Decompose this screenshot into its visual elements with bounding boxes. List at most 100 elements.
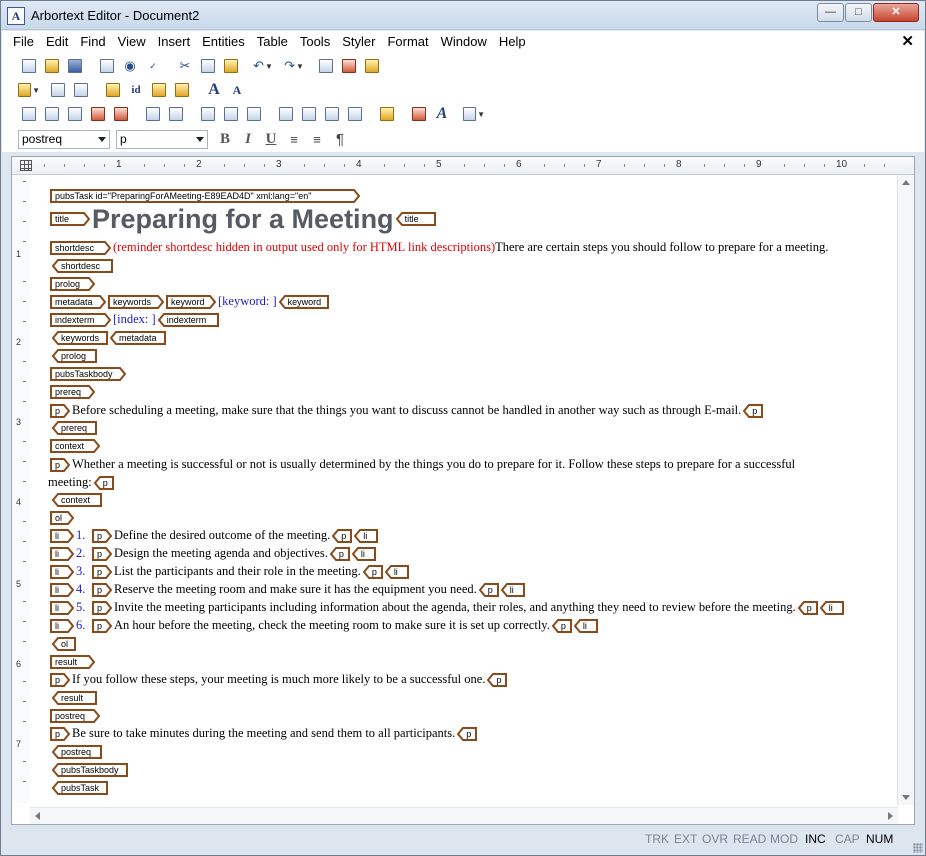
align-right-icon[interactable]	[321, 103, 343, 125]
start-tag[interactable]: p	[50, 404, 70, 419]
document-content[interactable]: pubsTask id="PreparingForAMeeting-E89EAD…	[38, 181, 890, 801]
start-tag[interactable]: p	[92, 565, 112, 580]
start-tag[interactable]: li	[50, 547, 74, 562]
end-tag[interactable]: result	[52, 691, 97, 706]
end-tag[interactable]: context	[52, 493, 102, 508]
end-tag[interactable]: p	[362, 565, 383, 580]
scroll-right-arrow-icon[interactable]	[888, 812, 893, 820]
end-tag[interactable]: prolog	[52, 349, 97, 364]
start-tag[interactable]: ol	[50, 511, 74, 526]
start-tag[interactable]: p	[92, 583, 112, 598]
xref-icon[interactable]	[171, 79, 193, 101]
fill-color-icon[interactable]: ▼	[463, 103, 485, 125]
table-insert-row-below-icon[interactable]	[41, 103, 63, 125]
start-tag[interactable]: li	[50, 601, 74, 616]
end-tag[interactable]: p	[551, 619, 572, 634]
menu-file[interactable]: File	[7, 34, 40, 49]
start-tag[interactable]: p	[92, 601, 112, 616]
end-tag[interactable]: keyword	[278, 295, 329, 310]
style-select[interactable]: p	[116, 129, 208, 149]
start-tag[interactable]: p	[50, 458, 70, 473]
end-tag[interactable]: p	[743, 404, 764, 419]
editor-pane[interactable]: 1 2 3 4 5 6 7 8 9 10 1 2 3 4 5 6 7 pubsTask id="Prepari…	[11, 156, 915, 825]
start-tag[interactable]: p	[50, 673, 70, 688]
copy-icon[interactable]	[197, 55, 219, 77]
tag-icon[interactable]	[70, 79, 92, 101]
end-tag[interactable]: prereq	[52, 421, 97, 436]
start-tag[interactable]: postreq	[50, 709, 100, 724]
underline-button[interactable]: U	[260, 128, 282, 150]
start-tag[interactable]: metadata	[50, 295, 106, 310]
end-tag[interactable]: p	[457, 727, 478, 742]
bulleted-list-icon[interactable]: ≡	[306, 128, 328, 150]
menu-find[interactable]: Find	[74, 34, 111, 49]
scroll-down-arrow-icon[interactable]	[902, 795, 910, 800]
start-tag[interactable]: context	[50, 439, 100, 454]
start-tag[interactable]: prereq	[50, 385, 95, 400]
document-map-icon[interactable]	[361, 55, 383, 77]
find-binoculars-icon[interactable]: ◉	[119, 55, 141, 77]
start-tag[interactable]: pubsTask id="PreparingForAMeeting-E89EAD…	[50, 189, 360, 204]
element-select[interactable]: postreq	[18, 129, 110, 149]
end-tag[interactable]: p	[487, 673, 508, 688]
document-close-icon[interactable]: ✕	[901, 32, 914, 50]
publish-icon[interactable]	[338, 55, 360, 77]
end-tag[interactable]: title	[395, 212, 436, 227]
menu-window[interactable]: Window	[435, 34, 493, 49]
cell-align-top-icon[interactable]	[197, 103, 219, 125]
table-properties-icon[interactable]	[376, 103, 398, 125]
menu-table[interactable]: Table	[251, 34, 294, 49]
start-tag[interactable]: prolog	[50, 277, 95, 292]
scroll-left-arrow-icon[interactable]	[35, 812, 40, 820]
cell-align-bottom-icon[interactable]	[243, 103, 265, 125]
numbered-list-icon[interactable]: ≡	[283, 128, 305, 150]
end-tag[interactable]: pubsTask	[52, 781, 108, 796]
start-tag[interactable]: indexterm	[50, 313, 111, 328]
start-tag[interactable]: li	[50, 565, 74, 580]
end-tag[interactable]: p	[329, 547, 350, 562]
end-tag[interactable]: keywords	[52, 331, 108, 346]
title-bar[interactable]: A Arbortext Editor - Document2 — □ ✕	[1, 1, 925, 30]
increase-font-icon[interactable]: A	[203, 79, 225, 101]
menu-entities[interactable]: Entities	[196, 34, 251, 49]
redo-icon[interactable]: ↷ ▼	[283, 55, 305, 77]
end-tag[interactable]: li	[819, 601, 844, 616]
end-tag[interactable]: li	[354, 529, 379, 544]
menu-format[interactable]: Format	[381, 34, 434, 49]
table-delete-col-icon[interactable]	[110, 103, 132, 125]
end-tag[interactable]: metadata	[110, 331, 166, 346]
end-tag[interactable]: p	[797, 601, 818, 616]
start-tag[interactable]: keywords	[108, 295, 164, 310]
spellcheck-icon[interactable]: ✓	[142, 55, 164, 77]
end-tag[interactable]: shortdesc	[52, 259, 113, 274]
vertical-scrollbar[interactable]	[897, 175, 914, 805]
id-icon[interactable]: id	[125, 79, 147, 101]
table-insert-col-left-icon[interactable]	[64, 103, 86, 125]
menu-view[interactable]: View	[112, 34, 152, 49]
menu-insert[interactable]: Insert	[152, 34, 197, 49]
end-tag[interactable]: pubsTaskbody	[52, 763, 128, 778]
table-style-icon[interactable]	[408, 103, 430, 125]
end-tag[interactable]: indexterm	[157, 313, 219, 328]
start-tag[interactable]: li	[50, 583, 74, 598]
validate-icon[interactable]	[102, 79, 124, 101]
minimize-button[interactable]: —	[817, 3, 844, 22]
cut-icon[interactable]: ✂	[174, 55, 196, 77]
start-tag[interactable]: li	[50, 619, 74, 634]
start-tag[interactable]: li	[50, 529, 74, 544]
italic-button[interactable]: I	[237, 128, 259, 150]
new-document-icon[interactable]	[18, 55, 40, 77]
close-button[interactable]: ✕	[873, 3, 919, 22]
end-tag[interactable]: li	[573, 619, 598, 634]
open-folder-icon[interactable]	[41, 55, 63, 77]
scroll-up-arrow-icon[interactable]	[902, 180, 910, 185]
arbortext-app-icon[interactable]: A	[7, 7, 25, 25]
preview-icon[interactable]	[315, 55, 337, 77]
link-icon[interactable]	[148, 79, 170, 101]
maximize-button[interactable]: □	[845, 3, 872, 22]
menu-styler[interactable]: Styler	[336, 34, 381, 49]
start-tag[interactable]: p	[92, 619, 112, 634]
start-tag[interactable]: result	[50, 655, 95, 670]
resize-grip-icon[interactable]	[913, 843, 923, 853]
table-insert-row-above-icon[interactable]	[18, 103, 40, 125]
